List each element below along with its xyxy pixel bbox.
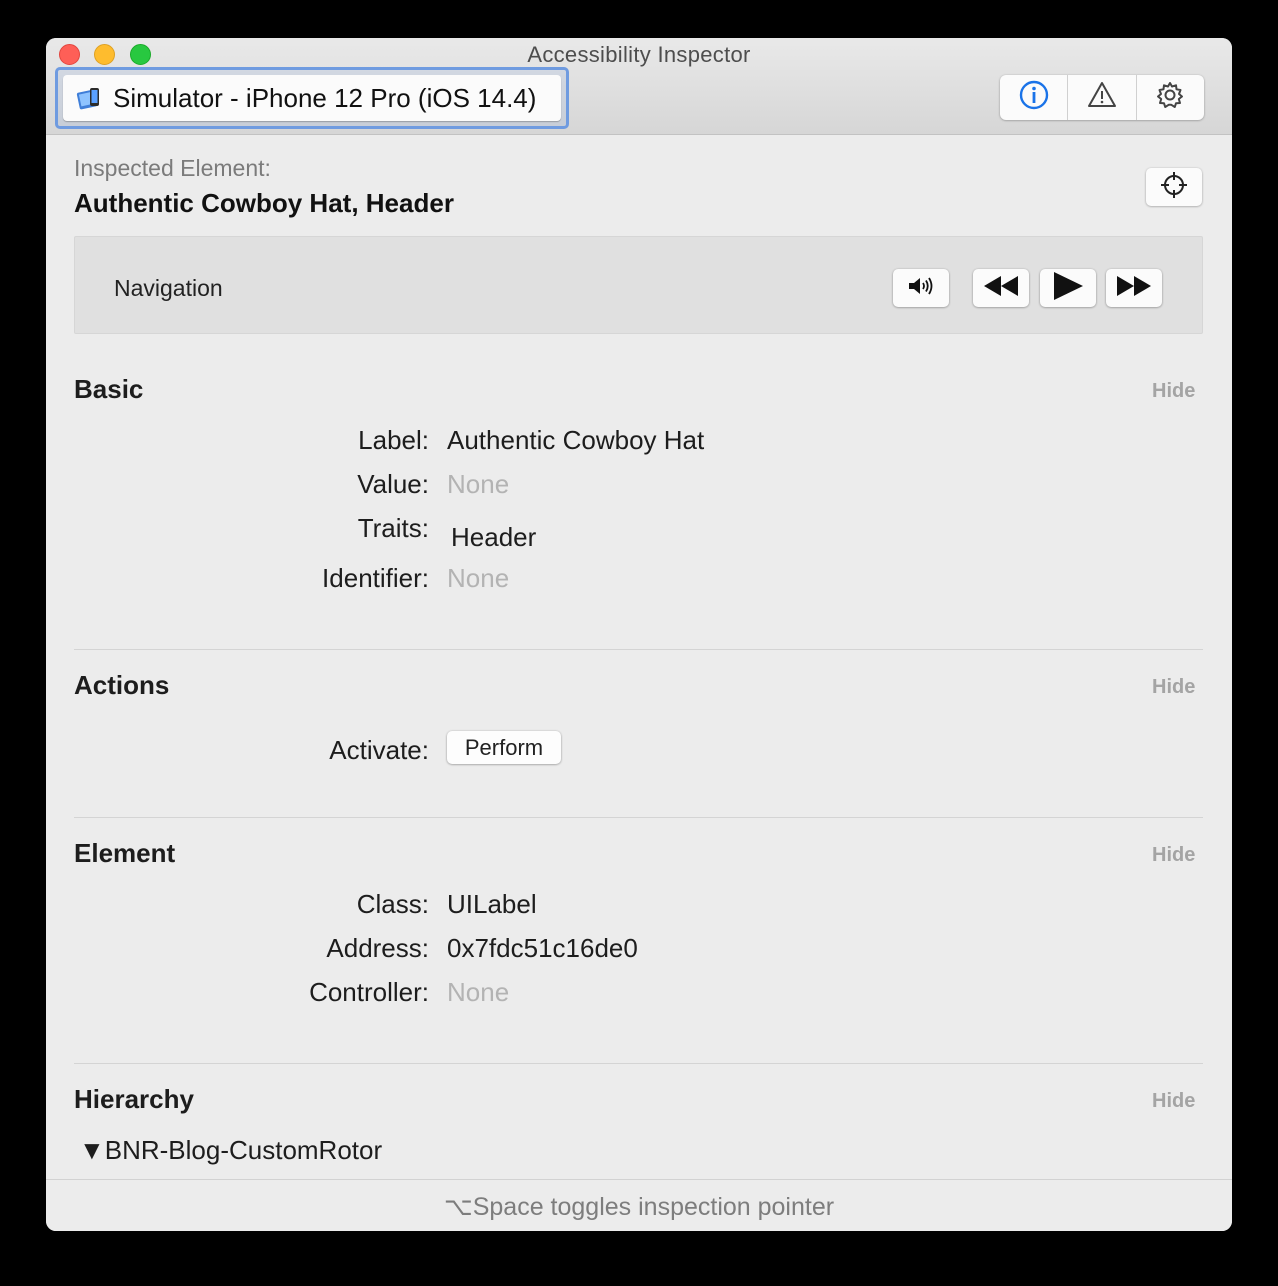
navigation-label: Navigation <box>114 275 223 301</box>
traits-key: Traits: <box>357 513 429 543</box>
basic-hide-link[interactable]: Hide <box>1152 380 1195 403</box>
traits-value: Header <box>451 522 537 552</box>
basic-section-title: Basic <box>74 374 144 404</box>
inspection-pointer-hint: ⌥Space toggles inspection pointer <box>443 1193 835 1221</box>
inspection-pointer-button[interactable] <box>1146 168 1202 206</box>
label-value: Authentic Cowboy Hat <box>447 425 705 455</box>
rewind-icon <box>982 274 1020 303</box>
navigation-panel: Navigation <box>74 236 1203 334</box>
gear-icon <box>1155 80 1185 115</box>
inspector-mode-segmented-control[interactable] <box>1000 75 1204 120</box>
hierarchy-section-title: Hierarchy <box>74 1084 194 1114</box>
section-divider <box>74 649 1203 650</box>
hierarchy-hide-link[interactable]: Hide <box>1152 1090 1195 1113</box>
device-picker-label: Simulator - iPhone 12 Pro (iOS 14.4) <box>113 82 537 113</box>
perform-button[interactable]: Perform <box>447 731 561 764</box>
hierarchy-root-item[interactable]: ▼BNR-Blog-CustomRotor <box>79 1135 382 1166</box>
device-picker[interactable]: Simulator - iPhone 12 Pro (iOS 14.4) <box>55 67 569 129</box>
speak-button[interactable] <box>893 269 949 307</box>
section-divider <box>74 817 1203 818</box>
previous-element-button[interactable] <box>973 269 1029 307</box>
identifier-key: Identifier: <box>322 563 429 593</box>
class-key: Class: <box>356 889 429 919</box>
section-divider <box>74 1063 1203 1064</box>
window-title: Accessibility Inspector <box>527 42 751 67</box>
class-value: UILabel <box>447 889 537 919</box>
simulator-icon <box>75 85 103 111</box>
actions-section-title: Actions <box>74 670 170 700</box>
activate-button[interactable] <box>1040 269 1096 307</box>
play-icon <box>1051 271 1085 306</box>
fast-forward-icon <box>1115 274 1153 303</box>
status-footer: ⌥Space toggles inspection pointer <box>46 1179 1232 1231</box>
element-hide-link[interactable]: Hide <box>1152 844 1195 867</box>
address-key: Address: <box>326 933 429 963</box>
accessibility-inspector-window: Accessibility Inspector Simulator - iPho… <box>46 38 1232 1231</box>
title-bar: Accessibility Inspector Simulator - iPho… <box>46 38 1232 135</box>
value-key: Value: <box>357 469 429 499</box>
inspected-element-title: Authentic Cowboy Hat, Header <box>74 188 454 218</box>
actions-hide-link[interactable]: Hide <box>1152 676 1195 699</box>
warning-icon <box>1087 80 1117 115</box>
crosshair-icon <box>1159 170 1189 205</box>
address-value: 0x7fdc51c16de0 <box>447 933 638 963</box>
audit-tab[interactable] <box>1068 75 1137 120</box>
activate-key: Activate: <box>329 735 429 765</box>
value-value: None <box>447 469 510 499</box>
inspected-element-caption: Inspected Element: <box>74 155 271 181</box>
device-picker-button[interactable]: Simulator - iPhone 12 Pro (iOS 14.4) <box>63 75 561 121</box>
inspection-tab[interactable] <box>1000 75 1069 120</box>
next-element-button[interactable] <box>1106 269 1162 307</box>
controller-value: None <box>447 977 510 1007</box>
label-key: Label: <box>358 425 429 455</box>
settings-tab[interactable] <box>1137 75 1204 120</box>
controller-key: Controller: <box>309 977 429 1007</box>
info-icon <box>1018 79 1050 116</box>
identifier-value: None <box>447 563 510 593</box>
element-section-title: Element <box>74 838 176 868</box>
speaker-icon <box>906 275 936 302</box>
